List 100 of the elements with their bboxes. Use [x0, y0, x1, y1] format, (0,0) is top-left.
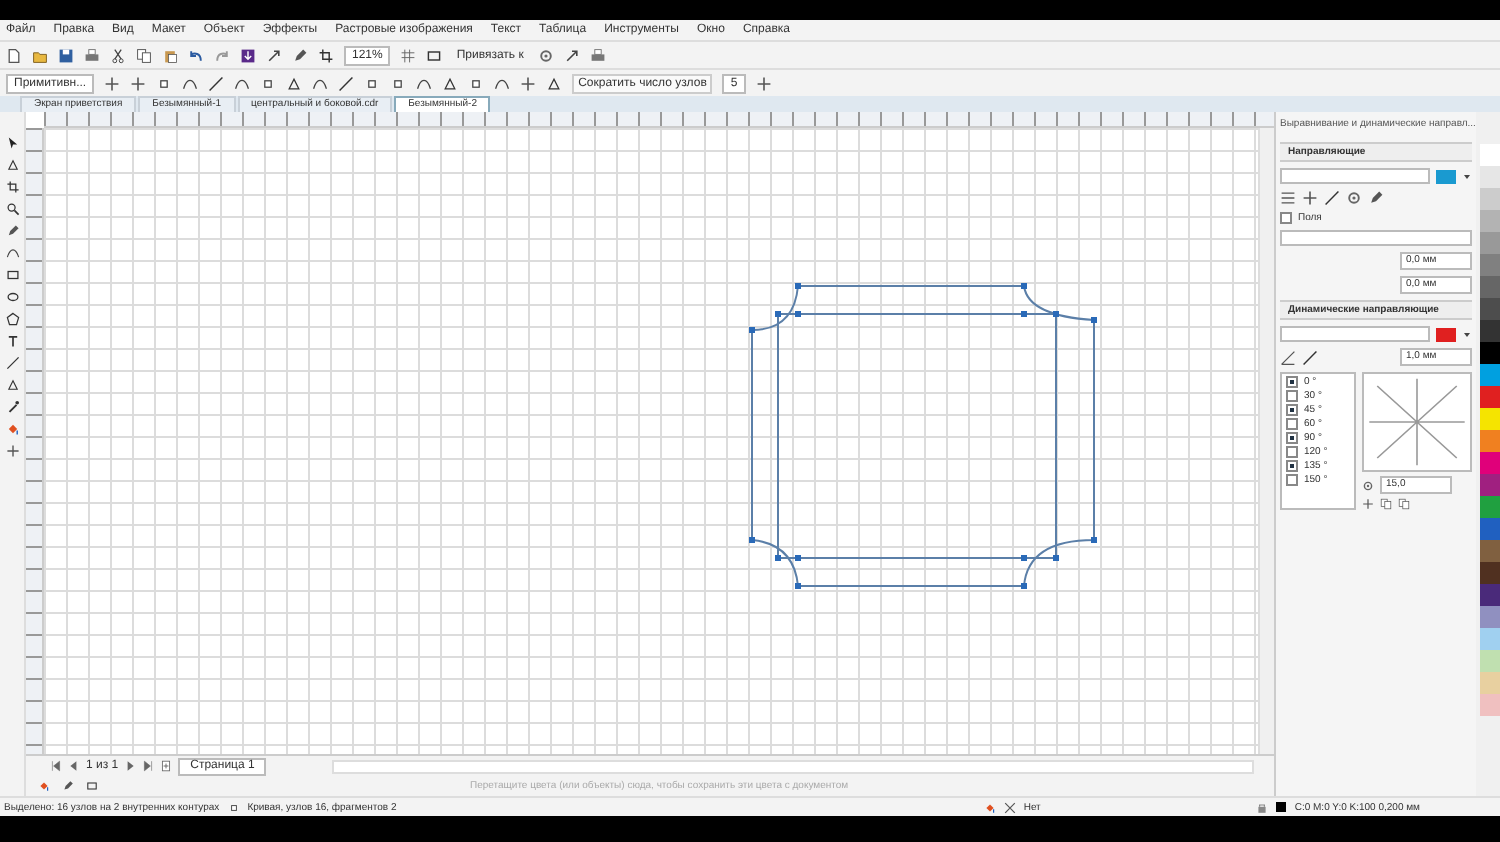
last-page-icon[interactable]: [142, 760, 155, 772]
plus-icon[interactable]: [755, 75, 772, 91]
color-swatch[interactable]: [1480, 606, 1500, 628]
cut-icon[interactable]: [110, 47, 126, 63]
pen-icon[interactable]: [1368, 190, 1384, 206]
import-icon[interactable]: [240, 47, 256, 63]
node-icon[interactable]: [156, 75, 173, 91]
color-swatch[interactable]: [1480, 452, 1500, 474]
copy-icon[interactable]: [136, 47, 152, 63]
color-swatch[interactable]: [1480, 496, 1500, 518]
color-swatch[interactable]: [1480, 694, 1500, 716]
shape-icon[interactable]: [442, 75, 459, 91]
color-swatch[interactable]: [1480, 650, 1500, 672]
pen-icon[interactable]: [5, 224, 19, 238]
node-icon[interactable]: [390, 75, 407, 91]
pointer-icon[interactable]: [5, 136, 19, 150]
print-icon[interactable]: [589, 47, 606, 63]
plus-icon[interactable]: [104, 75, 121, 91]
export-icon[interactable]: [563, 47, 580, 63]
shape-icon[interactable]: [5, 158, 19, 172]
crop-icon[interactable]: [318, 47, 334, 63]
color-swatch[interactable]: [1480, 518, 1500, 540]
lock-icon[interactable]: [1256, 801, 1269, 813]
angle-icon[interactable]: [1280, 349, 1296, 365]
shape-icon[interactable]: [286, 75, 303, 91]
node-icon[interactable]: [260, 75, 277, 91]
color-swatch[interactable]: [1480, 320, 1500, 342]
shape-icon[interactable]: [5, 378, 19, 392]
color-swatch[interactable]: [1480, 254, 1500, 276]
color-swatch[interactable]: [1480, 298, 1500, 320]
plus-icon[interactable]: [5, 444, 19, 458]
plus-icon[interactable]: [520, 75, 537, 91]
polygon-icon[interactable]: [5, 312, 19, 326]
text-icon[interactable]: [5, 334, 19, 348]
plus-icon[interactable]: [130, 75, 147, 91]
checkbox[interactable]: [1286, 473, 1298, 485]
curve-icon[interactable]: [312, 75, 329, 91]
curve-icon[interactable]: [5, 246, 19, 260]
color-swatch[interactable]: [1480, 166, 1500, 188]
node-icon[interactable]: [364, 75, 381, 91]
paste-icon[interactable]: [162, 47, 178, 63]
pen-icon[interactable]: [292, 47, 308, 63]
caret-icon[interactable]: [1462, 329, 1472, 339]
line-icon[interactable]: [1302, 349, 1318, 365]
checkbox[interactable]: [1286, 459, 1298, 471]
rectangle-icon[interactable]: [426, 47, 443, 63]
crop-icon[interactable]: [5, 180, 19, 194]
fill-none-icon[interactable]: [1003, 801, 1016, 813]
new-file-icon[interactable]: [6, 47, 22, 63]
horizontal-scrollbar[interactable]: [332, 759, 1254, 773]
color-swatch[interactable]: [1480, 210, 1500, 232]
color-swatch[interactable]: [1436, 169, 1456, 183]
checkbox[interactable]: [1286, 375, 1298, 387]
prev-page-icon[interactable]: [68, 760, 80, 772]
vertical-scrollbar[interactable]: [1258, 128, 1274, 754]
node-icon[interactable]: [227, 801, 240, 813]
open-folder-icon[interactable]: [32, 47, 48, 63]
curve-icon[interactable]: [494, 75, 511, 91]
color-swatch[interactable]: [1480, 144, 1500, 166]
redo-icon[interactable]: [214, 47, 230, 63]
first-page-icon[interactable]: [50, 760, 62, 772]
zoom-icon[interactable]: [5, 202, 19, 216]
print-icon[interactable]: [84, 47, 100, 63]
color-swatch[interactable]: [1480, 232, 1500, 254]
pen-icon[interactable]: [62, 780, 74, 792]
plus-icon[interactable]: [1362, 498, 1374, 510]
save-icon[interactable]: [58, 47, 74, 63]
grid-icon[interactable]: [400, 47, 417, 63]
color-swatch[interactable]: [1480, 562, 1500, 584]
caret-icon[interactable]: [1462, 171, 1472, 181]
checkbox[interactable]: [1286, 431, 1298, 443]
fill-icon[interactable]: [5, 422, 19, 436]
checkbox[interactable]: [1286, 389, 1298, 401]
color-swatch[interactable]: [1480, 386, 1500, 408]
color-swatch[interactable]: [1480, 474, 1500, 496]
color-swatch[interactable]: [1480, 342, 1500, 364]
line-icon[interactable]: [1324, 190, 1340, 206]
rectangle-icon[interactable]: [86, 780, 98, 792]
fill-icon[interactable]: [983, 801, 996, 813]
shape-drawing[interactable]: [749, 283, 1097, 589]
export-icon[interactable]: [266, 47, 282, 63]
color-swatch[interactable]: [1480, 188, 1500, 210]
line-icon[interactable]: [5, 356, 19, 370]
checkbox[interactable]: [1286, 445, 1298, 457]
add-page-icon[interactable]: [160, 760, 173, 772]
plus-icon[interactable]: [1302, 190, 1318, 206]
curve-icon[interactable]: [416, 75, 433, 91]
color-swatch[interactable]: [1480, 430, 1500, 452]
color-swatch[interactable]: [1480, 540, 1500, 562]
shape-icon[interactable]: [546, 75, 563, 91]
curve-icon[interactable]: [234, 75, 251, 91]
next-page-icon[interactable]: [124, 760, 137, 772]
checkbox[interactable]: [1286, 403, 1298, 415]
color-swatch[interactable]: [1480, 584, 1500, 606]
guide-lines-icon[interactable]: [1280, 190, 1296, 206]
dropper-icon[interactable]: [5, 400, 19, 414]
color-swatch[interactable]: [1480, 364, 1500, 386]
fill-icon[interactable]: [38, 780, 50, 792]
curve-icon[interactable]: [182, 75, 199, 91]
rectangle-icon[interactable]: [5, 268, 19, 282]
